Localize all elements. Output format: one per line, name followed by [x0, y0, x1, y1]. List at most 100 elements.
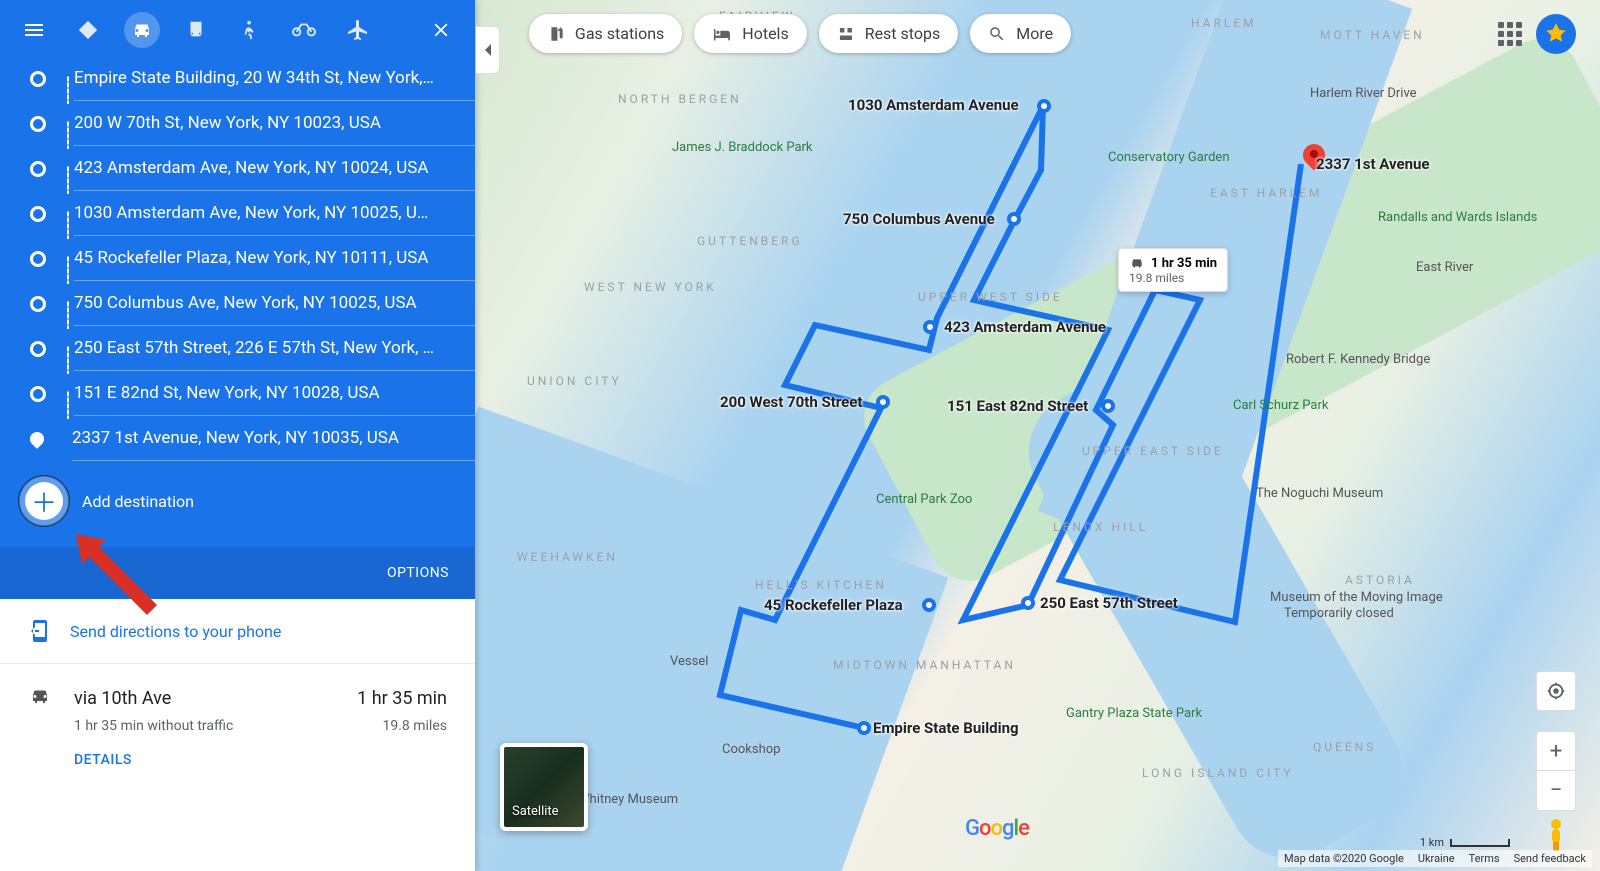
waypoint-input[interactable]: 423 Amsterdam Ave, New York, NY 10024, U… [74, 146, 475, 191]
send-to-phone-button[interactable]: Send directions to your phone [0, 599, 475, 664]
scale-bar: 1 km [1420, 836, 1510, 849]
details-button[interactable]: DETAILS [74, 752, 447, 768]
route-stop-marker[interactable] [1007, 212, 1021, 226]
map-text-label: Weehawken [517, 550, 618, 564]
apps-icon[interactable] [1498, 22, 1522, 46]
send-to-phone-icon [28, 619, 52, 643]
map-text-label: Vessel [670, 654, 708, 669]
route-stop-label: 750 Columbus Avenue [843, 210, 995, 228]
waypoint-row[interactable]: 200 W 70th St, New York, NY 10023, USA [30, 101, 475, 146]
waypoint-marker-icon [30, 116, 46, 132]
waypoint-row[interactable]: 250 East 57th Street, 226 E 57th St, New… [30, 326, 475, 371]
search-icon [988, 25, 1006, 43]
map-text-label: Temporarily closed [1284, 606, 1394, 621]
route-stop-label: 151 East 82nd Street [947, 397, 1088, 415]
map-text-label: West New York [584, 280, 717, 294]
route-stop-label: Empire State Building [873, 719, 1019, 737]
waypoint-marker-icon [30, 71, 46, 87]
route-stop-label: 423 Amsterdam Avenue [944, 318, 1106, 336]
route-no-traffic: 1 hr 35 min without traffic [74, 718, 233, 734]
mode-bike-icon[interactable] [286, 12, 322, 48]
map-canvas[interactable]: 1 hr 35 min 19.8 miles Google 1030 Amste… [475, 0, 1600, 871]
map-text-label: MIDTOWN MANHATTAN [833, 658, 1016, 672]
add-destination-button[interactable]: ＋ Add destination [0, 461, 475, 547]
map-text-label: Whitney Museum [578, 792, 678, 807]
mode-walk-icon[interactable] [232, 12, 268, 48]
pegman-icon[interactable] [1536, 815, 1576, 855]
my-location-button[interactable] [1536, 671, 1576, 711]
map-text-label: HELL'S KITCHEN [755, 578, 887, 592]
waypoint-row[interactable]: Empire State Building, 20 W 34th St, New… [30, 56, 475, 101]
map-text-label: Union City [527, 374, 622, 388]
waypoint-input[interactable]: 45 Rockefeller Plaza, New York, NY 10111… [74, 236, 475, 281]
zoom-out-button[interactable]: − [1536, 771, 1576, 811]
route-stop-marker[interactable] [922, 598, 936, 612]
map-text-label: James J. Braddock Park [672, 140, 813, 155]
map-text-label: LENOX HILL [1053, 520, 1148, 534]
route-stop-label: 250 East 57th Street [1040, 594, 1178, 612]
waypoint-row[interactable]: 151 E 82nd St, New York, NY 10028, USA [30, 371, 475, 416]
map-text-label: Harlem River Drive [1310, 86, 1417, 101]
route-tooltip: 1 hr 35 min 19.8 miles [1118, 248, 1228, 292]
route-stop-marker[interactable] [1037, 99, 1051, 113]
map-text-label: UPPER EAST SIDE [1082, 444, 1224, 458]
account-controls [1498, 14, 1576, 54]
waypoint-input[interactable]: 1030 Amsterdam Ave, New York, NY 10025, … [74, 191, 475, 236]
waypoint-row[interactable]: 423 Amsterdam Ave, New York, NY 10024, U… [30, 146, 475, 191]
chip-hotels[interactable]: Hotels [694, 14, 806, 53]
route-stop-marker[interactable] [857, 721, 871, 735]
route-stop-marker[interactable] [1101, 399, 1115, 413]
map-text-label: Robert F. Kennedy Bridge [1286, 352, 1430, 367]
zoom-in-button[interactable]: + [1536, 731, 1576, 771]
travel-mode-tabs [70, 12, 376, 48]
route-stop-marker[interactable] [1021, 596, 1035, 610]
satellite-toggle[interactable]: Satellite [500, 743, 588, 831]
map-text-label: EAST HARLEM [1210, 186, 1322, 200]
map-text-label: Carl Schurz Park [1233, 398, 1328, 413]
route-stop-marker[interactable] [923, 320, 937, 334]
map-attribution: Map data ©2020 Google Ukraine Terms Send… [1278, 850, 1592, 867]
route-stop-label: 200 West 70th Street [720, 393, 862, 411]
waypoint-row[interactable]: 2337 1st Avenue, New York, NY 10035, USA [30, 416, 475, 461]
route-summary-card[interactable]: via 10th Ave 1 hr 35 min 1 hr 35 min wit… [0, 664, 475, 788]
map-text-label: Central Park Zoo [876, 492, 972, 507]
map-text-label: Museum of the Moving Image [1270, 590, 1443, 605]
waypoint-row[interactable]: 1030 Amsterdam Ave, New York, NY 10025, … [30, 191, 475, 236]
waypoint-input[interactable]: 200 W 70th St, New York, NY 10023, USA [74, 101, 475, 146]
collapse-sidebar-button[interactable] [476, 26, 500, 74]
waypoint-input[interactable]: 250 East 57th Street, 226 E 57th St, New… [74, 326, 475, 371]
waypoint-marker-icon [27, 429, 47, 449]
waypoint-marker-icon [30, 251, 46, 267]
google-logo: Google [965, 816, 1029, 841]
waypoint-input[interactable]: Empire State Building, 20 W 34th St, New… [74, 56, 475, 101]
mode-car-icon[interactable] [124, 12, 160, 48]
chip-rest-stops[interactable]: Rest stops [819, 14, 959, 53]
menu-icon[interactable] [20, 16, 48, 44]
map-text-label: UPPER WEST SIDE [918, 290, 1063, 304]
chip-more[interactable]: More [970, 14, 1071, 53]
route-polyline [475, 0, 1600, 871]
map-text-label: MOTT HAVEN [1320, 28, 1425, 42]
waypoints-list: Empire State Building, 20 W 34th St, New… [0, 56, 475, 461]
user-avatar[interactable] [1536, 14, 1576, 54]
options-button[interactable]: OPTIONS [0, 547, 475, 599]
waypoint-row[interactable]: 45 Rockefeller Plaza, New York, NY 10111… [30, 236, 475, 281]
waypoint-row[interactable]: 750 Columbus Ave, New York, NY 10025, US… [30, 281, 475, 326]
gas-icon [547, 25, 565, 43]
waypoint-input[interactable]: 2337 1st Avenue, New York, NY 10035, USA [72, 416, 475, 461]
destination-label: 2337 1st Avenue [1316, 155, 1430, 173]
chip-gas-stations[interactable]: Gas stations [529, 14, 682, 53]
map-text-label: Gantry Plaza State Park [1066, 706, 1202, 721]
mode-flight-icon[interactable] [340, 12, 376, 48]
waypoint-input[interactable]: 750 Columbus Ave, New York, NY 10025, US… [74, 281, 475, 326]
mode-best-icon[interactable] [70, 12, 106, 48]
hotel-icon [712, 26, 732, 42]
route-stop-marker[interactable] [876, 395, 890, 409]
waypoint-marker-icon [30, 161, 46, 177]
waypoint-marker-icon [30, 386, 46, 402]
route-title: via 10th Ave [74, 688, 171, 709]
waypoint-input[interactable]: 151 E 82nd St, New York, NY 10028, USA [74, 371, 475, 416]
route-time: 1 hr 35 min [357, 688, 447, 709]
close-icon[interactable] [427, 16, 455, 44]
mode-transit-icon[interactable] [178, 12, 214, 48]
